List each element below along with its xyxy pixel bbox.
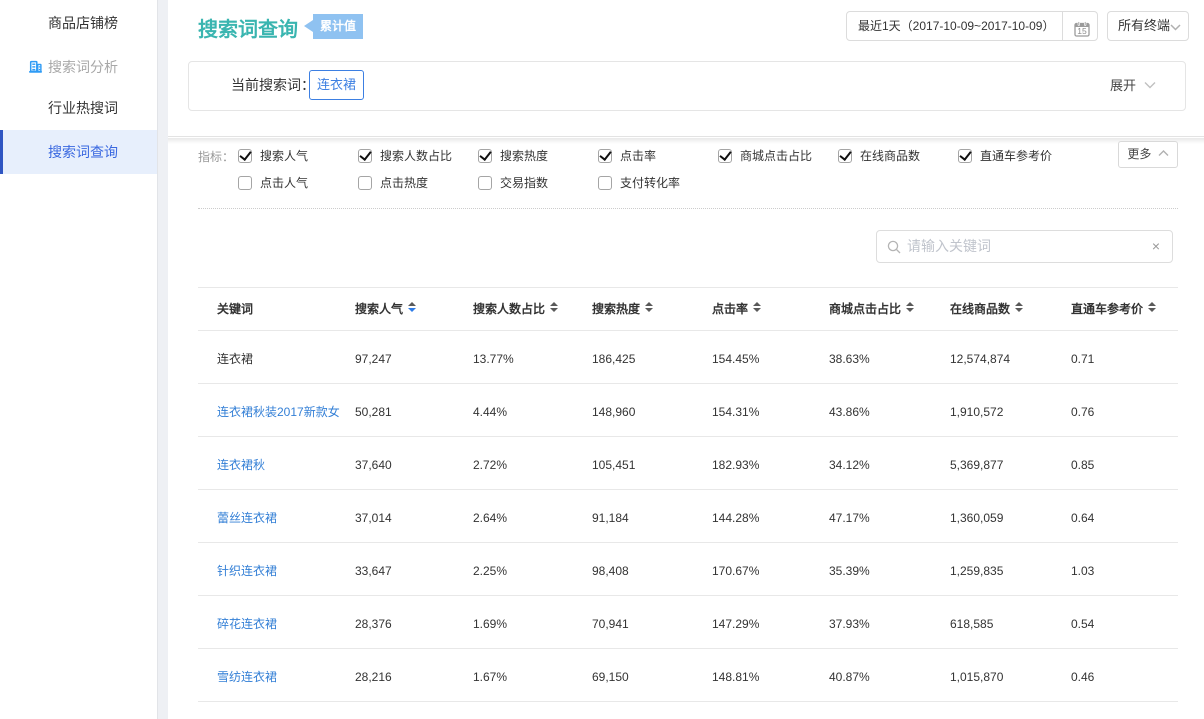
- svg-text:15: 15: [1077, 26, 1087, 36]
